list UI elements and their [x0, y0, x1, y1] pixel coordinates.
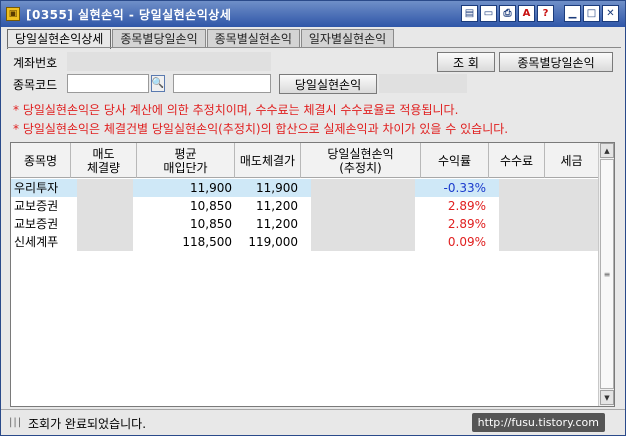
cell-stock-name: 교보증권: [14, 217, 59, 231]
cell-avg-price: 10,850: [190, 199, 232, 213]
col-header-avg-price: 평균 매입단가: [137, 143, 235, 178]
cell-avg-price: 11,900: [190, 181, 232, 195]
cell-return-rate: -0.33%: [443, 181, 486, 195]
cell-stock-name: 우리투자: [14, 181, 59, 195]
cell-sell-qty: [77, 179, 133, 197]
tab-realized-pnl-by-stock[interactable]: 종목별실현손익: [206, 29, 300, 48]
table-row[interactable]: 우리투자 11,900 11,900 -0.33%: [11, 179, 599, 197]
col-header-tax: 세금: [545, 143, 599, 178]
cell-sell-qty: [77, 197, 133, 215]
window-title: [0355] 실현손익 - 당일실현손익상세: [26, 7, 232, 22]
watermark: http://fusu.tistory.com: [471, 413, 605, 432]
search-button[interactable]: 조 회: [437, 52, 495, 72]
close-icon[interactable]: ✕: [602, 5, 619, 22]
cell-sell-qty: [77, 233, 133, 251]
cell-return-rate: 2.89%: [447, 199, 486, 213]
cell-avg-price: 118,500: [182, 235, 232, 249]
col-header-sell-qty: 매도 체결량: [71, 143, 137, 178]
col-header-stock-name: 종목명: [11, 143, 71, 178]
cell-realized-pnl: [311, 179, 415, 197]
cell-sell-qty: [77, 215, 133, 233]
account-label: 계좌번호: [13, 56, 58, 70]
app-icon: ▣: [6, 7, 20, 21]
table-row[interactable]: 교보증권 10,850 11,200 2.89%: [11, 215, 599, 233]
col-header-return-rate: 수익률: [421, 143, 489, 178]
cell-sell-price: 11,900: [256, 181, 298, 195]
minimize-icon[interactable]: ▁: [564, 5, 581, 22]
cell-sell-price: 11,200: [256, 199, 298, 213]
cell-fee: [499, 215, 599, 233]
print-icon[interactable]: ⎙: [499, 5, 516, 22]
stock-code-label: 종목코드: [13, 78, 58, 92]
maximize-icon[interactable]: □: [583, 5, 600, 22]
cell-fee: [499, 233, 599, 251]
app-window: ▣ [0355] 실현손익 - 당일실현손익상세 ▤ ▭ ⎙ A ? ▁ □ ✕…: [0, 0, 626, 436]
col-header-sell-price: 매도체결가: [235, 143, 301, 178]
account-field[interactable]: [67, 52, 271, 71]
cell-sell-price: 11,200: [256, 217, 298, 231]
table-row[interactable]: 신세계푸 118,500 119,000 0.09%: [11, 233, 599, 251]
daily-realized-pnl-button[interactable]: 당일실현손익: [279, 74, 377, 94]
cell-avg-price: 10,850: [190, 217, 232, 231]
font-icon[interactable]: A: [518, 5, 535, 22]
status-bar: ||| 조회가 완료되었습니다. http://fusu.tistory.com: [1, 409, 625, 435]
title-bar[interactable]: ▣ [0355] 실현손익 - 당일실현손익상세 ▤ ▭ ⎙ A ? ▁ □ ✕: [1, 1, 625, 27]
col-header-realized-pnl: 당일실현손익 (추정치): [301, 143, 421, 178]
pnl-table: 종목명 매도 체결량 평균 매입단가 매도체결가 당일실현손익 (추정치) 수익…: [10, 142, 615, 407]
tab-bar: 당일실현손익상세 종목별당일손익 종목별실현손익 일자별실현손익: [7, 29, 395, 49]
notice-line-2: * 당일실현손익은 체결건별 당일실현손익(추정치)의 합산으로 실제손익과 차…: [13, 122, 509, 136]
title-controls: ▤ ▭ ⎙ A ? ▁ □ ✕: [461, 5, 619, 22]
table-header: 종목명 매도 체결량 평균 매입단가 매도체결가 당일실현손익 (추정치) 수익…: [11, 143, 599, 178]
daily-pnl-by-stock-button[interactable]: 종목별당일손익: [499, 52, 613, 72]
stock-name-field[interactable]: [173, 74, 271, 93]
status-message: 조회가 완료되었습니다.: [28, 417, 147, 431]
notice-line-1: * 당일실현손익은 당사 계산에 의한 추정치이며, 수수료는 체결시 수수료율…: [13, 103, 459, 117]
window-icon[interactable]: ▭: [480, 5, 497, 22]
help-icon[interactable]: ?: [537, 5, 554, 22]
tab-daily-pnl-by-stock[interactable]: 종목별당일손익: [112, 29, 206, 48]
tab-realized-pnl-by-date[interactable]: 일자별실현손익: [300, 29, 395, 48]
cell-return-rate: 0.09%: [447, 235, 486, 249]
layout-icon[interactable]: ▤: [461, 5, 478, 22]
grip-icon: |||: [9, 417, 23, 428]
table-row[interactable]: 교보증권 10,850 11,200 2.89%: [11, 197, 599, 215]
cell-fee: [499, 179, 599, 197]
cell-stock-name: 교보증권: [14, 199, 59, 213]
cell-stock-name: 신세계푸: [14, 235, 59, 249]
cell-sell-price: 119,000: [248, 235, 298, 249]
tab-divider: [7, 47, 621, 48]
scroll-up-icon[interactable]: ▲: [600, 143, 614, 158]
stock-code-input[interactable]: [67, 74, 149, 93]
cell-realized-pnl: [311, 233, 415, 251]
cell-fee: [499, 197, 599, 215]
cell-realized-pnl: [311, 215, 415, 233]
daily-realized-pnl-value: [379, 74, 467, 93]
magnifier-icon[interactable]: 🔍: [151, 75, 165, 92]
col-header-fee: 수수료: [489, 143, 545, 178]
cell-return-rate: 2.89%: [447, 217, 486, 231]
scroll-down-icon[interactable]: ▼: [600, 390, 614, 405]
cell-realized-pnl: [311, 197, 415, 215]
vertical-scrollbar[interactable]: ▲ ≡ ▼: [598, 143, 614, 406]
scroll-thumb[interactable]: ≡: [600, 159, 614, 389]
tab-daily-realized-detail[interactable]: 당일실현손익상세: [7, 29, 112, 49]
